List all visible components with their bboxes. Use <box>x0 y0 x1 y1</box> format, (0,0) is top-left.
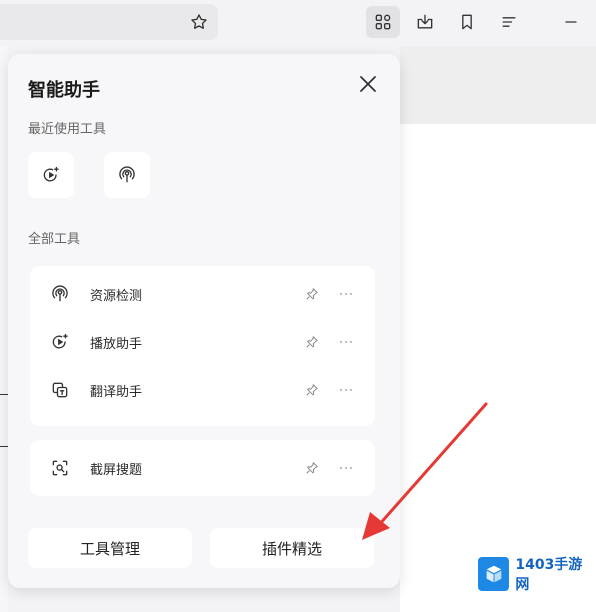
tools-list-card: 截屏搜题 <box>30 440 375 496</box>
tools-list-card: 资源检测 播放助手 翻译助手 <box>30 266 375 426</box>
pin-icon[interactable] <box>304 286 320 302</box>
play-assistant-icon <box>43 166 59 182</box>
browser-toolbar <box>0 0 596 46</box>
menu-lines-icon[interactable] <box>492 6 526 38</box>
star-icon[interactable] <box>182 6 216 38</box>
pin-icon[interactable] <box>304 334 320 350</box>
bookmark-icon[interactable] <box>450 6 484 38</box>
tool-name: 资源检测 <box>90 288 143 304</box>
tool-row-screenshot-search[interactable]: 截屏搜题 <box>30 446 375 490</box>
recent-tools-label: 最近使用工具 <box>28 122 107 137</box>
close-icon <box>360 76 376 92</box>
page-content-area <box>400 124 596 612</box>
pin-icon[interactable] <box>304 460 320 476</box>
more-icon[interactable] <box>338 334 354 350</box>
minimize-icon[interactable] <box>554 6 588 38</box>
resource-detect-icon <box>50 284 70 304</box>
divider <box>0 394 8 395</box>
tool-row-translate[interactable]: 翻译助手 <box>30 368 375 412</box>
smart-assistant-panel: 智能助手 最近使用工具 全部工具 资源检测 播放助手 翻译助手 截屏搜题 工具管… <box>8 54 400 588</box>
panel-title: 智能助手 <box>28 80 100 101</box>
recent-tool-resource-detect[interactable] <box>104 152 150 198</box>
apps-grid-icon[interactable] <box>366 6 400 38</box>
close-button[interactable] <box>356 72 380 96</box>
more-icon[interactable] <box>338 382 354 398</box>
all-tools-label: 全部工具 <box>28 232 81 247</box>
resource-detect-icon <box>119 166 135 183</box>
tool-name: 截屏搜题 <box>90 462 143 478</box>
screenshot-search-icon <box>50 458 70 478</box>
translate-icon <box>50 380 70 400</box>
play-assistant-icon <box>50 332 70 352</box>
watermark-logo: 1403手游网 <box>478 554 590 594</box>
more-icon[interactable] <box>338 286 354 302</box>
more-icon[interactable] <box>338 460 354 476</box>
recent-tool-play-assistant[interactable] <box>28 152 74 198</box>
divider <box>0 446 8 447</box>
cube-logo-icon <box>478 557 510 591</box>
page-left-edge <box>0 46 8 612</box>
watermark-text: 1403手游网 <box>515 557 583 593</box>
tool-name: 播放助手 <box>90 336 143 352</box>
tool-manage-button[interactable]: 工具管理 <box>28 528 192 568</box>
pin-icon[interactable] <box>304 382 320 398</box>
tool-name: 翻译助手 <box>90 384 143 400</box>
download-icon[interactable] <box>408 6 442 38</box>
tool-row-resource-detect[interactable]: 资源检测 <box>30 272 375 316</box>
tool-row-play-assistant[interactable]: 播放助手 <box>30 320 375 364</box>
plugin-featured-button[interactable]: 插件精选 <box>210 528 374 568</box>
page-header-area <box>400 46 596 124</box>
